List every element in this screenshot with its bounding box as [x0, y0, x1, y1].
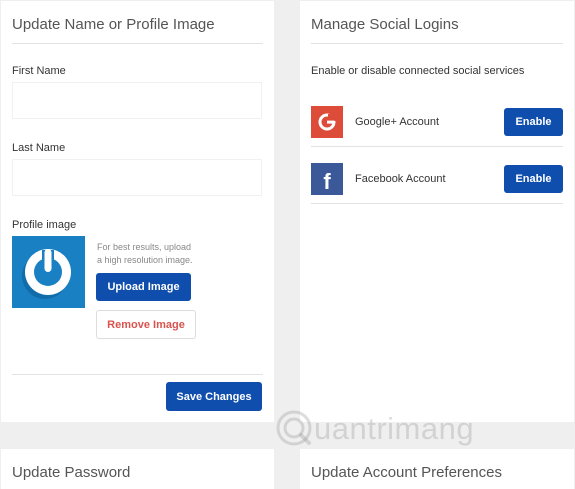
- google-account-label: Google+ Account: [355, 116, 440, 128]
- google-enable-button[interactable]: Enable: [504, 108, 563, 136]
- profile-image-label: Profile image: [12, 219, 77, 231]
- facebook-enable-button[interactable]: Enable: [504, 165, 563, 193]
- social-panel-title: Manage Social Logins: [311, 16, 459, 33]
- profile-panel-title: Update Name or Profile Image: [12, 16, 215, 33]
- first-name-input[interactable]: [12, 82, 262, 119]
- upload-image-button[interactable]: Upload Image: [96, 273, 191, 301]
- password-panel: Update Password: [1, 449, 274, 489]
- facebook-icon: f: [311, 163, 343, 195]
- profile-panel: Update Name or Profile Image First Name …: [1, 1, 274, 422]
- last-name-input[interactable]: [12, 159, 262, 196]
- divider: [12, 43, 263, 44]
- first-name-label: First Name: [12, 65, 66, 77]
- social-row-google: Google+ Account Enable: [311, 97, 563, 147]
- facebook-account-label: Facebook Account: [355, 173, 446, 185]
- upload-hint-line: a high resolution image.: [97, 255, 193, 265]
- divider: [12, 374, 263, 375]
- divider: [311, 146, 563, 147]
- last-name-label: Last Name: [12, 142, 66, 154]
- power-button-icon: [22, 249, 71, 299]
- google-icon: [311, 106, 343, 138]
- profile-avatar: [12, 236, 85, 308]
- password-panel-title: Update Password: [12, 464, 131, 481]
- upload-hint-line: For best results, upload: [97, 242, 192, 252]
- social-description: Enable or disable connected social servi…: [311, 65, 525, 77]
- social-row-facebook: f Facebook Account Enable: [311, 154, 563, 204]
- save-changes-button[interactable]: Save Changes: [166, 382, 262, 411]
- social-logins-panel: Manage Social Logins Enable or disable c…: [300, 1, 574, 422]
- preferences-panel: Update Account Preferences: [300, 449, 574, 489]
- upload-hint: For best results, upload a high resoluti…: [97, 241, 217, 267]
- remove-image-button[interactable]: Remove Image: [96, 310, 196, 339]
- divider: [311, 43, 563, 44]
- divider: [311, 203, 563, 204]
- preferences-panel-title: Update Account Preferences: [311, 464, 502, 481]
- facebook-glyph: f: [323, 169, 331, 194]
